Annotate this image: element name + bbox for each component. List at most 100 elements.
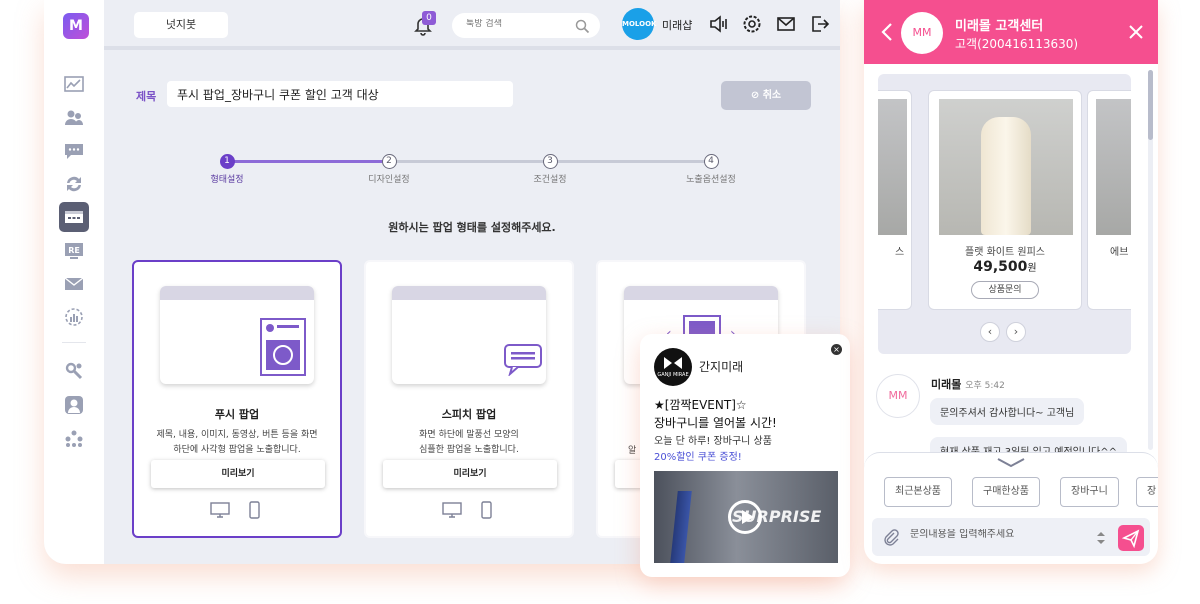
message-time: 오후 5:42	[965, 381, 1005, 391]
step-2-number: 2	[381, 154, 397, 169]
step-4-number: 4	[703, 154, 719, 169]
message-bubble-1: 문의주셔서 감사합니다~ 고객님	[930, 398, 1085, 425]
close-icon[interactable]	[1128, 24, 1144, 40]
brand-logo: GANJI MIRAE	[654, 348, 692, 386]
chat-window: MM 미래몰 고객센터 고객(200416113630) 스 플랫 화이트 원피…	[864, 0, 1158, 564]
product-card-partial-right[interactable]: 에브	[1087, 90, 1131, 310]
logout-icon[interactable]	[809, 13, 831, 35]
sidebar: M RE	[44, 0, 104, 564]
card-speech-devices	[366, 500, 572, 524]
chat-icon[interactable]	[59, 136, 89, 166]
close-icon[interactable]: ×	[831, 344, 842, 355]
carousel-next-icon[interactable]: ›	[1006, 322, 1026, 342]
speech-popup-illustration	[392, 286, 546, 384]
card-speech-preview-button[interactable]: 미리보기	[383, 460, 557, 488]
step-3[interactable]: 3 조건설정	[505, 154, 595, 185]
mobile-icon[interactable]	[476, 500, 496, 520]
quick-recent-button[interactable]: 최근본상품	[884, 477, 952, 507]
analytics-icon[interactable]	[59, 302, 89, 332]
send-button[interactable]	[1118, 525, 1144, 551]
push-popup-preview: GANJI MIRAE 간지미래 × ★[깜짝EVENT]☆ 장바구니를 열어볼…	[640, 334, 850, 577]
play-icon[interactable]	[728, 500, 762, 534]
chat-header: MM 미래몰 고객센터 고객(200416113630)	[864, 0, 1158, 64]
chat-scrollbar[interactable]	[1148, 70, 1153, 450]
top-search-box	[452, 13, 600, 38]
desktop-icon[interactable]	[442, 500, 463, 520]
quick-cart-button[interactable]: 장바구니	[1060, 477, 1119, 507]
card-push-name: 푸시 팝업	[214, 408, 260, 421]
back-icon[interactable]	[880, 22, 894, 42]
push-video-thumbnail[interactable]: SURPRISE	[654, 471, 838, 563]
cancel-label: 취소	[762, 90, 782, 101]
step-1-label: 형태설정	[210, 175, 244, 185]
network-icon[interactable]	[59, 423, 89, 453]
mobile-icon[interactable]	[244, 500, 264, 520]
product-carousel: 스 플랫 화이트 원피스 49,500원 상품문의 에브 ‹ ›	[878, 74, 1131, 354]
title-label: 제목	[136, 90, 157, 103]
mail-icon[interactable]	[59, 269, 89, 299]
popup-type-card-push[interactable]: 푸시 팝업 제목, 내용, 이미지, 동영상, 버튼 등을 화면 하단에 사각형…	[132, 260, 342, 538]
profile-icon[interactable]	[59, 390, 89, 420]
product-inquiry-button[interactable]: 상품문의	[971, 281, 1039, 299]
svg-text:RE: RE	[68, 246, 80, 255]
product-card[interactable]: 플랫 화이트 원피스 49,500원 상품문의	[928, 90, 1082, 310]
updown-arrows-icon[interactable]	[1096, 530, 1106, 546]
card-push-devices	[134, 500, 340, 524]
re-icon[interactable]: RE	[59, 236, 89, 266]
search-input[interactable]	[466, 19, 566, 29]
step-3-label: 조건설정	[533, 175, 567, 185]
shop-name: 미래샵	[662, 19, 693, 32]
push-body-text: 오늘 단 하루! 장바구니 상품	[654, 436, 772, 447]
instruction-text: 원하시는 팝업 형태를 설정해주세요.	[388, 221, 556, 234]
agent-avatar: MM	[876, 374, 920, 418]
stage: M RE 넛지봇 0 툭방 검색 MOLOOK 미래샵 제목 푸시 팝업_장바구…	[0, 0, 1200, 604]
chevron-down-icon[interactable]	[996, 457, 1026, 469]
card-push-preview-button[interactable]: 미리보기	[151, 460, 325, 488]
quick-more-button[interactable]: 장	[1136, 477, 1158, 507]
title-input[interactable]	[167, 81, 513, 107]
card-push-desc: 제목, 내용, 이미지, 동영상, 버튼 등을 화면 하단에 사각형 팝업을 노…	[156, 430, 318, 455]
refresh-icon[interactable]	[59, 169, 89, 199]
dashboard-icon[interactable]	[59, 70, 89, 100]
envelope-icon[interactable]	[775, 13, 797, 35]
settings-tools-icon[interactable]	[59, 356, 89, 386]
step-4-label: 노출옵션설정	[686, 175, 736, 185]
product-image[interactable]	[939, 99, 1073, 235]
popup-type-card-speech[interactable]: 스피치 팝업 화면 하단에 말풍선 모양의 심플한 팝업을 노출합니다. 미리보…	[364, 260, 574, 538]
chat-message-input[interactable]	[910, 529, 1090, 540]
paperclip-icon[interactable]	[882, 528, 900, 546]
step-1[interactable]: 1 형태설정	[182, 154, 272, 185]
shop-avatar[interactable]: MOLOOK	[622, 8, 656, 40]
step-4[interactable]: 4 노출옵션설정	[666, 154, 756, 185]
search-icon[interactable]	[574, 18, 590, 34]
desktop-icon[interactable]	[210, 500, 231, 520]
quick-purchased-button[interactable]: 구매한상품	[972, 477, 1040, 507]
product-price: 49,500원	[973, 259, 1037, 275]
gear-icon[interactable]	[741, 13, 763, 35]
send-icon	[1121, 529, 1140, 549]
popup-icon[interactable]	[59, 202, 89, 232]
chat-input-bar	[872, 518, 1150, 556]
push-popup-illustration	[160, 286, 314, 384]
step-progress-track	[228, 160, 712, 163]
nudgebot-button[interactable]: 넛지봇	[134, 12, 228, 38]
top-bar: 넛지봇 0 MOLOOK 미래샵	[104, 0, 840, 50]
card-speech-name: 스피치 팝업	[441, 408, 497, 421]
carousel-prev-icon[interactable]: ‹	[980, 322, 1000, 342]
push-headline-2: 장바구니를 열어볼 시간!	[654, 416, 777, 430]
push-coupon-text[interactable]: 20%할인 쿠폰 증정!	[654, 448, 742, 463]
cancel-icon: ⊘	[750, 90, 760, 101]
customers-icon[interactable]	[59, 103, 89, 133]
push-headline-1: ★[깜짝EVENT]☆	[654, 398, 747, 412]
cancel-button[interactable]: ⊘ 취소	[721, 81, 811, 110]
step-2-label: 디자인설정	[368, 175, 410, 185]
product-name: 플랫 화이트 원피스	[965, 247, 1045, 258]
product-card-partial-left[interactable]: 스	[878, 90, 912, 310]
card-speech-desc: 화면 하단에 말풍선 모양의 심플한 팝업을 노출합니다.	[419, 430, 519, 455]
brand-name: 간지미래	[699, 360, 744, 374]
speaker-icon[interactable]	[708, 13, 730, 35]
agent-name: 미래몰 오후 5:42	[931, 378, 1005, 391]
step-2[interactable]: 2 디자인설정	[344, 154, 434, 185]
app-logo[interactable]: M	[63, 13, 89, 39]
chat-avatar: MM	[901, 12, 943, 54]
